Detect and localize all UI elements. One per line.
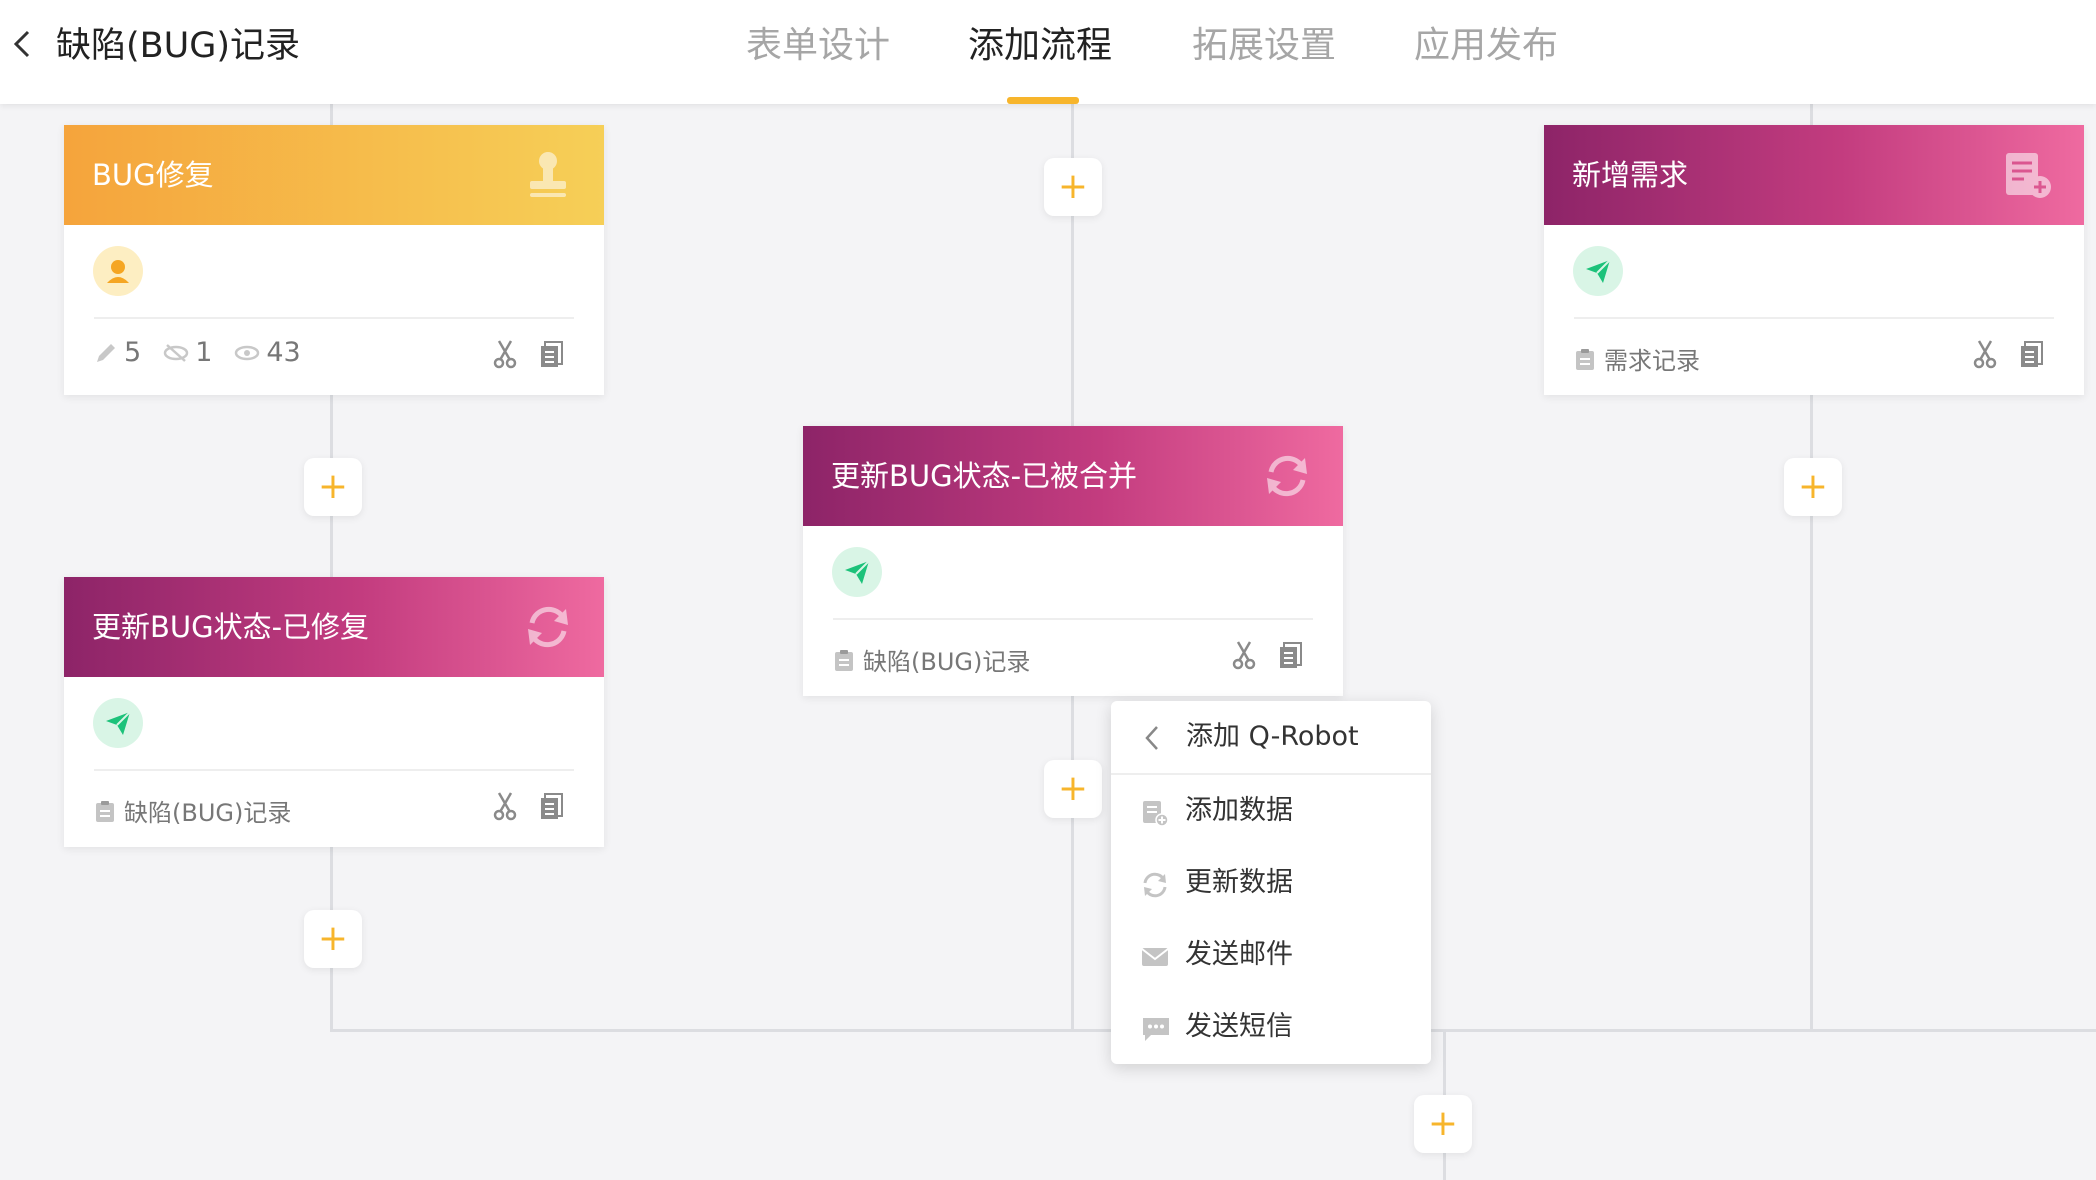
card-header: 更新BUG状态-已修复	[64, 577, 604, 677]
scissors-icon[interactable]	[492, 791, 518, 821]
card-footer: 缺陷(BUG)记录	[94, 771, 574, 847]
paper-plane-icon	[106, 711, 131, 735]
card-header: 新增需求	[1544, 125, 2084, 225]
card-body	[93, 225, 574, 319]
send-badge	[93, 698, 143, 748]
menu-item-send-email[interactable]: 发送邮件	[1111, 919, 1431, 991]
node-card-new-requirement[interactable]: 新增需求 需求记录	[1544, 125, 2084, 395]
menu-item-add-data[interactable]: 添加数据	[1111, 775, 1431, 847]
add-node-button[interactable]: +	[1784, 458, 1842, 516]
menu-item-label: 发送邮件	[1185, 939, 1293, 970]
card-body	[93, 677, 574, 771]
copy-icon[interactable]	[2020, 340, 2044, 368]
paper-plane-icon	[1586, 259, 1611, 283]
plus-icon: +	[1797, 466, 1829, 507]
tab-app-publish[interactable]: 应用发布	[1414, 20, 1558, 72]
node-card-update-merged[interactable]: 更新BUG状态-已被合并 缺陷(BUG)记录	[803, 426, 1343, 696]
target-form-name: 缺陷(BUG)记录	[124, 799, 292, 827]
target-form-name: 需求记录	[1604, 347, 1700, 375]
plus-icon: +	[1057, 166, 1089, 207]
menu-item-send-sms[interactable]: 发送短信	[1111, 991, 1431, 1063]
add-node-button[interactable]: +	[304, 458, 362, 516]
clipboard-icon	[1576, 348, 1594, 370]
add-node-button[interactable]: +	[304, 910, 362, 968]
sms-icon	[1143, 1018, 1169, 1041]
copy-icon[interactable]	[1279, 641, 1303, 669]
permission-stats: 5 1 43	[94, 337, 323, 368]
plus-icon: +	[317, 466, 349, 507]
target-form: 缺陷(BUG)记录	[94, 793, 291, 828]
refresh-icon	[528, 606, 568, 648]
plus-icon: +	[1057, 768, 1089, 809]
card-header: 更新BUG状态-已被合并	[803, 426, 1343, 526]
node-card-bug-fix[interactable]: BUG修复 5 1 43	[64, 125, 604, 395]
eye-off-icon	[163, 343, 189, 362]
refresh-icon	[1143, 872, 1167, 898]
paper-plane-icon	[845, 560, 870, 584]
scissors-icon[interactable]	[1972, 339, 1998, 369]
user-icon	[107, 260, 129, 283]
menu-item-label: 发送短信	[1185, 1011, 1293, 1042]
menu-item-label: 添加数据	[1185, 795, 1293, 826]
card-title: 更新BUG状态-已修复	[92, 610, 370, 644]
add-node-button[interactable]: +	[1414, 1095, 1472, 1153]
menu-header[interactable]: 添加 Q-Robot	[1111, 701, 1431, 775]
menu-item-update-data[interactable]: 更新数据	[1111, 847, 1431, 919]
target-form-name: 缺陷(BUG)记录	[863, 648, 1031, 676]
add-robot-menu: 添加 Q-Robot 添加数据 更新数据 发送邮件 发送短信	[1111, 701, 1431, 1064]
plus-icon: +	[317, 918, 349, 959]
target-form: 缺陷(BUG)记录	[833, 642, 1030, 677]
add-node-button[interactable]: +	[1044, 760, 1102, 818]
clipboard-icon	[96, 800, 114, 822]
refresh-icon	[1267, 455, 1307, 497]
menu-item-label: 更新数据	[1185, 867, 1293, 898]
add-data-icon	[1143, 801, 1169, 827]
card-title: 新增需求	[1572, 158, 1689, 192]
add-record-icon	[2006, 153, 2051, 198]
card-header: BUG修复	[64, 125, 604, 225]
pencil-icon	[97, 343, 115, 362]
app-title: 缺陷(BUG)记录	[56, 26, 301, 66]
tab-extension-settings[interactable]: 拓展设置	[1192, 20, 1336, 72]
card-footer: 5 1 43	[94, 319, 574, 395]
card-footer: 需求记录	[1574, 319, 2054, 395]
hidden-stat: 1	[163, 337, 212, 368]
card-actions	[1950, 339, 2044, 369]
card-footer: 缺陷(BUG)记录	[833, 620, 1313, 696]
target-form: 需求记录	[1574, 341, 1700, 376]
user-badge	[93, 246, 143, 296]
card-actions	[470, 791, 564, 821]
menu-header-label: 添加 Q-Robot	[1186, 721, 1359, 752]
send-badge	[1573, 246, 1623, 296]
back-chevron-icon[interactable]	[1143, 725, 1161, 751]
eye-icon	[235, 345, 260, 360]
top-bar: 缺陷(BUG)记录 表单设计 添加流程 拓展设置 应用发布	[0, 0, 2096, 104]
back-chevron-icon[interactable]	[6, 28, 38, 60]
add-node-button[interactable]: +	[1044, 158, 1102, 216]
scissors-icon[interactable]	[492, 339, 518, 369]
mail-icon	[1141, 948, 1169, 966]
card-actions	[1209, 640, 1303, 670]
stamp-icon	[530, 152, 566, 197]
node-card-update-fixed[interactable]: 更新BUG状态-已修复 缺陷(BUG)记录	[64, 577, 604, 847]
card-title: BUG修复	[92, 158, 214, 192]
copy-icon[interactable]	[540, 340, 564, 368]
copy-icon[interactable]	[540, 792, 564, 820]
scissors-icon[interactable]	[1231, 640, 1257, 670]
send-badge	[832, 547, 882, 597]
active-tab-indicator	[1007, 97, 1079, 104]
view-stat: 43	[234, 337, 301, 368]
tab-form-design[interactable]: 表单设计	[746, 20, 890, 72]
tab-add-workflow[interactable]: 添加流程	[968, 20, 1112, 72]
edit-stat: 5	[94, 337, 141, 368]
card-body	[1573, 225, 2054, 319]
card-title: 更新BUG状态-已被合并	[831, 459, 1138, 493]
card-actions	[470, 339, 564, 369]
card-body	[832, 526, 1313, 620]
plus-icon: +	[1427, 1103, 1459, 1144]
clipboard-icon	[835, 649, 853, 671]
